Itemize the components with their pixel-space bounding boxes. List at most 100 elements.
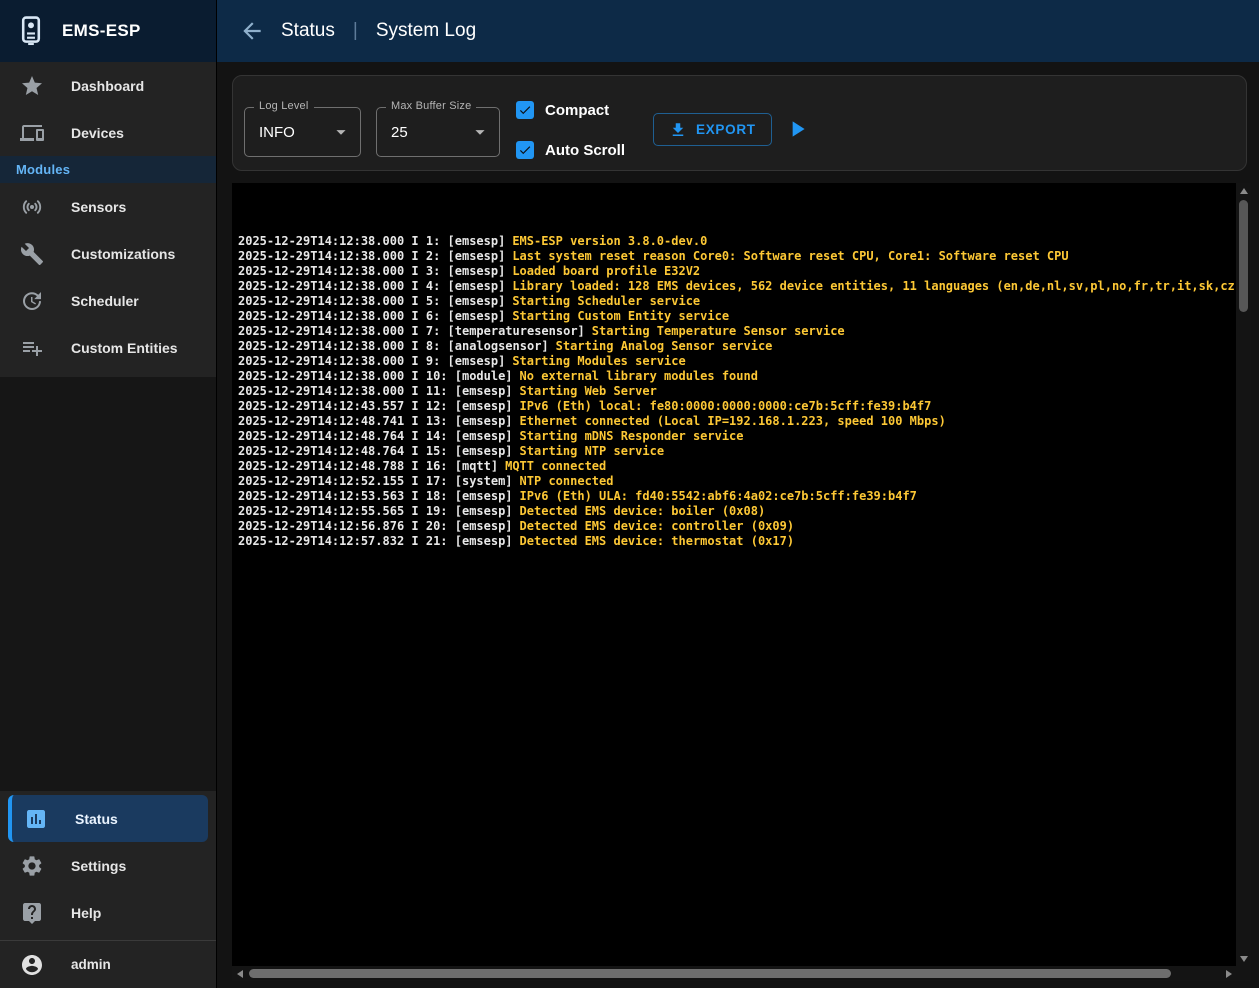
log-line-prefix: 2025-12-29T14:12:43.557 I 12: [emsesp] <box>238 399 513 413</box>
sidebar-item-sensors[interactable]: Sensors <box>0 183 216 230</box>
vertical-scrollbar[interactable] <box>1236 183 1251 981</box>
sidebar-item-label: Sensors <box>71 199 126 215</box>
log-line-prefix: 2025-12-29T14:12:55.565 I 19: [emsesp] <box>238 504 513 518</box>
log-line: 2025-12-29T14:12:57.832 I 21: [emsesp] De… <box>238 534 1235 549</box>
auto-scroll-checkbox[interactable]: Auto Scroll <box>516 138 625 162</box>
download-icon <box>669 121 687 139</box>
export-button[interactable]: EXPORT <box>653 113 772 146</box>
user-menu[interactable]: admin <box>0 941 216 988</box>
account-icon <box>20 953 44 977</box>
log-line-prefix: 2025-12-29T14:12:48.741 I 13: [emsesp] <box>238 414 513 428</box>
log-line-message: No external library modules found <box>520 369 758 383</box>
max-buffer-select[interactable]: Max Buffer Size 25 <box>376 107 500 157</box>
scroll-left-button[interactable] <box>232 966 247 981</box>
log-line: 2025-12-29T14:12:38.000 I 7: [temperatur… <box>238 324 1235 339</box>
scroll-down-button[interactable] <box>1236 951 1251 966</box>
vertical-scrollbar-thumb[interactable] <box>1239 200 1248 312</box>
tools-icon <box>20 242 44 266</box>
analytics-icon <box>24 807 48 831</box>
log-line: 2025-12-29T14:12:38.000 I 9: [emsesp] Sta… <box>238 354 1235 369</box>
log-line: 2025-12-29T14:12:38.000 I 5: [emsesp]Sta… <box>238 294 1235 309</box>
sidebar-item-label: Help <box>71 905 101 921</box>
log-line-message: Ethernet connected (Local IP=192.168.1.2… <box>520 414 946 428</box>
log-line-message: Starting Custom Entity service <box>512 309 729 323</box>
log-line-prefix: 2025-12-29T14:12:38.000 I 2: [emsesp] <box>238 249 505 263</box>
log-line-message: Starting Temperature Sensor service <box>592 324 845 338</box>
back-arrow-icon[interactable] <box>239 18 265 44</box>
log-toolbar: Log Level INFO Max Buffer Size 25 Compac… <box>232 75 1247 171</box>
log-line: 2025-12-29T14:12:38.000 I 2: [emsesp] Las… <box>238 249 1235 264</box>
log-line: 2025-12-29T14:12:38.000 I 8: [analogsens… <box>238 339 1235 354</box>
appbar: Status | System Log <box>217 0 1259 62</box>
sidebar-item-help[interactable]: Help <box>0 889 216 936</box>
max-buffer-value: 25 <box>391 124 469 141</box>
sidebar-item-settings[interactable]: Settings <box>0 842 216 889</box>
sidebar-item-label: Status <box>75 811 118 827</box>
compact-checkbox[interactable]: Compact <box>516 98 609 122</box>
log-line-message: Detected EMS device: thermostat (0x17) <box>520 534 795 548</box>
title-separator: | <box>351 20 360 42</box>
sidebar-item-label: Devices <box>71 125 124 141</box>
log-line-prefix: 2025-12-29T14:12:38.000 I 5: [emsesp] <box>238 294 505 308</box>
log-line: 2025-12-29T14:12:48.764 I 15: [emsesp]St… <box>238 444 1235 459</box>
log-line-message: Loaded board profile E32V2 <box>512 264 700 278</box>
sensors-icon <box>20 195 44 219</box>
schedule-icon <box>20 289 44 313</box>
log-line: 2025-12-29T14:12:38.000 I 10: [module]No… <box>238 369 1235 384</box>
play-button[interactable] <box>784 116 810 142</box>
sidebar-item-customizations[interactable]: Customizations <box>0 230 216 277</box>
log-line-message: Detected EMS device: boiler (0x08) <box>520 504 766 518</box>
sidebar-main-list: Dashboard Devices <box>0 62 216 156</box>
chevron-down-icon <box>469 121 491 143</box>
checkbox-checked-icon <box>516 101 534 119</box>
scroll-up-button[interactable] <box>1236 183 1251 198</box>
sidebar: EMS-ESP Dashboard Devices Modules Sensor… <box>0 0 217 988</box>
log-line-message: Library loaded: 128 EMS devices, 562 dev… <box>512 279 1235 293</box>
app-logo-icon <box>14 14 48 48</box>
gear-icon <box>20 854 44 878</box>
sidebar-nav: Dashboard Devices Modules Sensors Custom… <box>0 62 216 377</box>
sidebar-item-label: Customizations <box>71 246 175 262</box>
sidebar-item-status[interactable]: Status <box>8 795 208 842</box>
log-line-prefix: 2025-12-29T14:12:38.000 I 9: [emsesp] <box>238 354 505 368</box>
log-line: 2025-12-29T14:12:38.000 I 3: [emsesp]Loa… <box>238 264 1235 279</box>
log-line: 2025-12-29T14:12:38.000 I 11: [emsesp]St… <box>238 384 1235 399</box>
page-title-secondary: System Log <box>376 20 476 42</box>
log-line-prefix: 2025-12-29T14:12:38.000 I 11: [emsesp] <box>238 384 513 398</box>
modules-section-label: Modules <box>0 156 216 183</box>
page-title-primary: Status <box>281 20 335 42</box>
horizontal-scrollbar-thumb[interactable] <box>249 969 1171 978</box>
horizontal-scrollbar[interactable] <box>232 966 1236 981</box>
sidebar-item-label: Dashboard <box>71 78 144 94</box>
log-line-message: Starting Modules service <box>512 354 685 368</box>
sidebar-item-devices[interactable]: Devices <box>0 109 216 156</box>
log-line: 2025-12-29T14:12:38.000 I 4: [emsesp]Lib… <box>238 279 1235 294</box>
log-line-message: Last system reset reason Core0: Software… <box>512 249 1068 263</box>
sidebar-header: EMS-ESP <box>0 0 216 62</box>
scroll-right-button[interactable] <box>1221 966 1236 981</box>
log-lines: 2025-12-29T14:12:38.000 I 1: [emsesp] EMS… <box>238 192 1235 965</box>
log-line: 2025-12-29T14:12:56.876 I 20: [emsesp] De… <box>238 519 1235 534</box>
log-line: 2025-12-29T14:12:38.000 I 1: [emsesp] EMS… <box>238 234 1235 249</box>
sidebar-item-scheduler[interactable]: Scheduler <box>0 277 216 324</box>
log-line-prefix: 2025-12-29T14:12:56.876 I 20: [emsesp] <box>238 519 513 533</box>
log-line-message: IPv6 (Eth) ULA: fd40:5542:abf6:4a02:ce7b… <box>520 489 917 503</box>
log-line: 2025-12-29T14:12:52.155 I 17: [system]NT… <box>238 474 1235 489</box>
log-line-message: Detected EMS device: controller (0x09) <box>520 519 795 533</box>
log-line-prefix: 2025-12-29T14:12:53.563 I 18: [emsesp] <box>238 489 513 503</box>
log-line-message: MQTT connected <box>505 459 606 473</box>
sidebar-modules-list: Sensors Customizations Scheduler Custom … <box>0 183 216 371</box>
log-line-message: EMS-ESP version 3.8.0-dev.0 <box>512 234 707 248</box>
log-line-prefix: 2025-12-29T14:12:57.832 I 21: [emsesp] <box>238 534 513 548</box>
log-line-prefix: 2025-12-29T14:12:38.000 I 1: [emsesp] <box>238 234 505 248</box>
log-level-select[interactable]: Log Level INFO <box>244 107 361 157</box>
log-line-message: Starting Analog Sensor service <box>556 339 773 353</box>
sidebar-item-label: Custom Entities <box>71 340 178 356</box>
sidebar-item-dashboard[interactable]: Dashboard <box>0 62 216 109</box>
app-title: EMS-ESP <box>62 21 141 41</box>
log-line-message: IPv6 (Eth) local: fe80:0000:0000:0000:ce… <box>520 399 932 413</box>
log-line: 2025-12-29T14:12:38.000 I 6: [emsesp] Sta… <box>238 309 1235 324</box>
chevron-down-icon <box>330 121 352 143</box>
sidebar-item-custom-entities[interactable]: Custom Entities <box>0 324 216 371</box>
log-line-prefix: 2025-12-29T14:12:38.000 I 6: [emsesp] <box>238 309 505 323</box>
